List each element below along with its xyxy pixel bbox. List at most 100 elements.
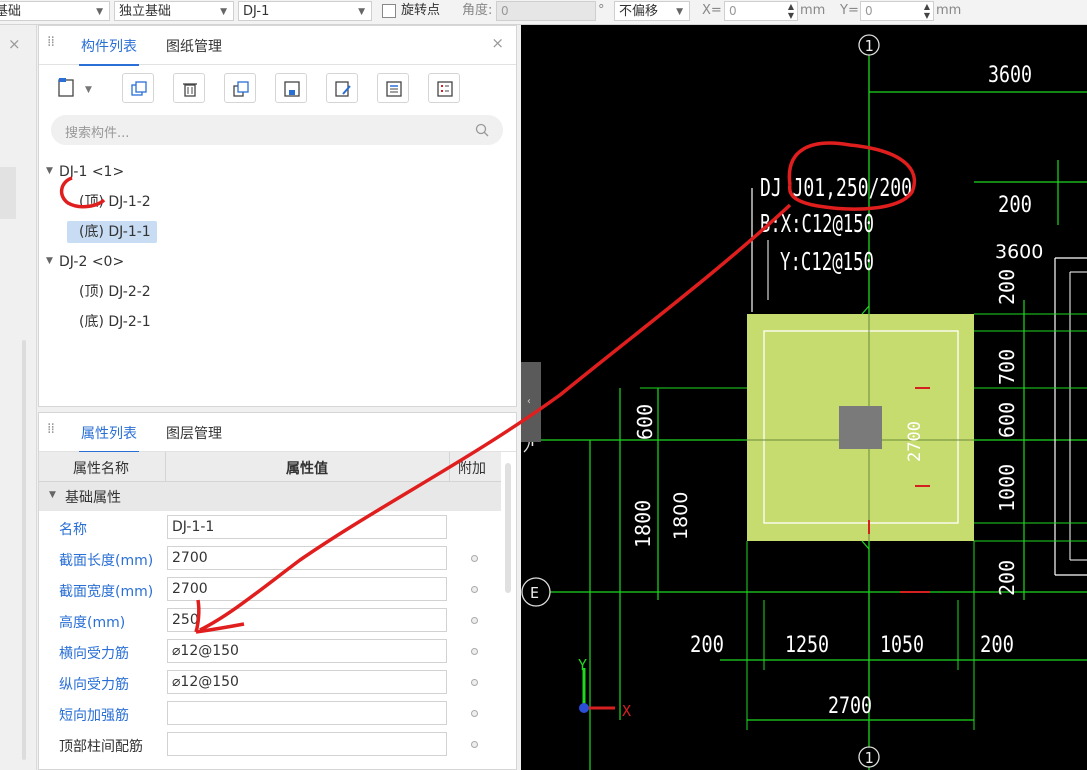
close-icon[interactable]: × bbox=[8, 35, 21, 53]
chevron-down-icon: ▼ bbox=[358, 7, 365, 17]
copy-button[interactable] bbox=[122, 73, 154, 103]
search-icon bbox=[475, 123, 489, 137]
rotate-point-checkbox[interactable] bbox=[382, 4, 396, 18]
property-value-input[interactable]: ⌀12@150 bbox=[167, 639, 447, 663]
angle-input[interactable]: 0 bbox=[496, 1, 596, 21]
property-name: 名称 bbox=[59, 522, 87, 538]
list-button[interactable] bbox=[377, 73, 409, 103]
extra-checkbox[interactable] bbox=[471, 617, 478, 624]
expand-arrow-icon[interactable]: ▼ bbox=[46, 166, 53, 176]
save-button[interactable] bbox=[275, 73, 307, 103]
property-value-input[interactable]: 2700 bbox=[167, 546, 447, 570]
extra-checkbox[interactable] bbox=[471, 741, 478, 748]
list-icon bbox=[386, 81, 402, 97]
edit-icon bbox=[335, 81, 351, 97]
y-input[interactable]: 0 ▲ ▼ bbox=[860, 1, 934, 21]
ucs-x-label: X bbox=[622, 702, 631, 720]
dim-text-200-right: 200 bbox=[995, 269, 1019, 305]
extra-checkbox[interactable] bbox=[471, 555, 478, 562]
copy-icon bbox=[131, 81, 147, 96]
property-row: 顶部柱间配筋 bbox=[39, 729, 501, 760]
expand-arrow-icon[interactable]: ▼ bbox=[46, 256, 53, 266]
spinner-icon[interactable]: ▲ ▼ bbox=[788, 2, 794, 20]
property-name: 纵向受力筋 bbox=[59, 677, 129, 693]
drag-handle-icon[interactable]: ⁞⁞ bbox=[47, 34, 55, 50]
tree-item-dj2-bottom[interactable]: (底) DJ-2-1 bbox=[79, 311, 151, 333]
x-unit: mm bbox=[800, 3, 826, 18]
property-row: 短向加强筋 bbox=[39, 698, 501, 729]
x-input[interactable]: 0 ▲ ▼ bbox=[724, 1, 798, 21]
drag-handle-icon[interactable]: ⁞⁞ bbox=[47, 421, 55, 437]
cad-canvas[interactable]: 1 1 F E ‹ 2700 DJ bbox=[521, 25, 1087, 770]
extra-checkbox[interactable] bbox=[471, 586, 478, 593]
properties-button[interactable] bbox=[428, 73, 460, 103]
collapse-arrow-icon[interactable]: ▼ bbox=[49, 490, 56, 500]
property-value-input[interactable]: DJ-1-1 bbox=[167, 515, 447, 539]
extra-checkbox[interactable] bbox=[471, 710, 478, 717]
angle-label: 角度: bbox=[462, 3, 493, 18]
tab-drawing-management[interactable]: 图纸管理 bbox=[166, 36, 222, 56]
tab-property-list[interactable]: 属性列表 bbox=[79, 423, 139, 453]
property-value-input[interactable]: ⌀12@150 bbox=[167, 670, 447, 694]
copy-to-floor-button[interactable] bbox=[224, 73, 256, 103]
tree-item-dj1[interactable]: DJ-1 <1> bbox=[59, 161, 124, 183]
edit-button[interactable] bbox=[326, 73, 358, 103]
tree-item-dj2[interactable]: DJ-2 <0> bbox=[59, 251, 124, 273]
dim-text-1800-b: 1800 bbox=[670, 492, 692, 540]
tab-component-list[interactable]: 构件列表 bbox=[79, 36, 139, 66]
delete-button[interactable] bbox=[173, 73, 205, 103]
chevron-down-icon: ▼ bbox=[676, 7, 683, 17]
dim-text-700: 700 bbox=[995, 349, 1019, 385]
group-row[interactable]: ▼ 基础属性 bbox=[39, 482, 501, 511]
tree-item-dj1-bottom[interactable]: (底) DJ-1-1 bbox=[67, 221, 157, 243]
save-icon bbox=[284, 81, 300, 97]
dim-text-200-bottom: 200 bbox=[690, 633, 724, 658]
property-value-input[interactable]: 250 bbox=[167, 608, 447, 632]
property-row: 高度(mm) 250 bbox=[39, 605, 501, 636]
property-value-input[interactable] bbox=[167, 732, 447, 756]
component-list-panel: ⁞⁞ 构件列表 图纸管理 × ▼ 搜索构件... ▼ DJ-1 <1> (顶) … bbox=[38, 25, 517, 407]
dim-text-200-bottom-b: 200 bbox=[980, 633, 1014, 658]
new-component-button[interactable]: ▼ bbox=[51, 73, 107, 103]
type-select[interactable]: 独立基础 ▼ bbox=[114, 1, 234, 21]
tree-item-dj2-top[interactable]: (顶) DJ-2-2 bbox=[79, 281, 151, 303]
dim-text-1050: 1050 bbox=[880, 633, 924, 658]
category-select[interactable]: 基础 ▼ bbox=[0, 1, 110, 21]
component-panel-tabs: ⁞⁞ 构件列表 图纸管理 × bbox=[39, 26, 516, 66]
extra-checkbox[interactable] bbox=[471, 648, 478, 655]
header-divider bbox=[165, 452, 166, 481]
property-scrollbar[interactable] bbox=[505, 463, 511, 593]
svg-text:▼: ▼ bbox=[85, 85, 92, 95]
offset-select[interactable]: 不偏移 ▼ bbox=[614, 1, 690, 21]
component-select[interactable]: DJ-1 ▼ bbox=[238, 1, 372, 21]
search-input[interactable]: 搜索构件... bbox=[51, 115, 503, 145]
angle-value: 0 bbox=[501, 4, 509, 18]
property-value-input[interactable] bbox=[167, 701, 447, 725]
tab-layer-management[interactable]: 图层管理 bbox=[166, 423, 222, 443]
dim-text-1800-a: 1800 bbox=[631, 500, 655, 548]
left-scrollbar[interactable] bbox=[22, 340, 26, 760]
ucs-y-label: Y bbox=[578, 656, 587, 674]
x-value: 0 bbox=[729, 4, 737, 18]
spinner-icon[interactable]: ▲ ▼ bbox=[924, 2, 930, 20]
x-label: X= bbox=[702, 3, 722, 18]
property-value-input[interactable]: 2700 bbox=[167, 577, 447, 601]
dim-text-200: 200 bbox=[998, 193, 1032, 218]
header-property-value: 属性值 bbox=[286, 461, 328, 477]
left-panel-item[interactable] bbox=[0, 167, 16, 219]
axis-label-top: 1 bbox=[864, 37, 873, 55]
property-row: 截面长度(mm) 2700 bbox=[39, 543, 501, 574]
close-icon[interactable]: × bbox=[491, 34, 504, 52]
properties-icon bbox=[437, 81, 453, 97]
top-toolbar: 基础 ▼ 独立基础 ▼ DJ-1 ▼ 旋转点 角度: 0 ° 不偏移 ▼ X= 0 ▲ ▼ … bbox=[0, 0, 1087, 25]
extra-checkbox[interactable] bbox=[471, 679, 478, 686]
layers-copy-icon bbox=[233, 81, 249, 97]
header-divider bbox=[449, 452, 450, 481]
header-property-name: 属性名称 bbox=[73, 461, 129, 477]
chevron-down-icon: ▼ bbox=[220, 7, 227, 17]
degree-symbol: ° bbox=[598, 3, 605, 18]
column[interactable] bbox=[839, 406, 882, 449]
property-table-header: 属性名称 属性值 附加 bbox=[39, 452, 501, 482]
tree-item-dj1-top[interactable]: (顶) DJ-1-2 bbox=[79, 191, 151, 213]
property-panel-tabs: ⁞⁞ 属性列表 图层管理 bbox=[39, 413, 516, 453]
